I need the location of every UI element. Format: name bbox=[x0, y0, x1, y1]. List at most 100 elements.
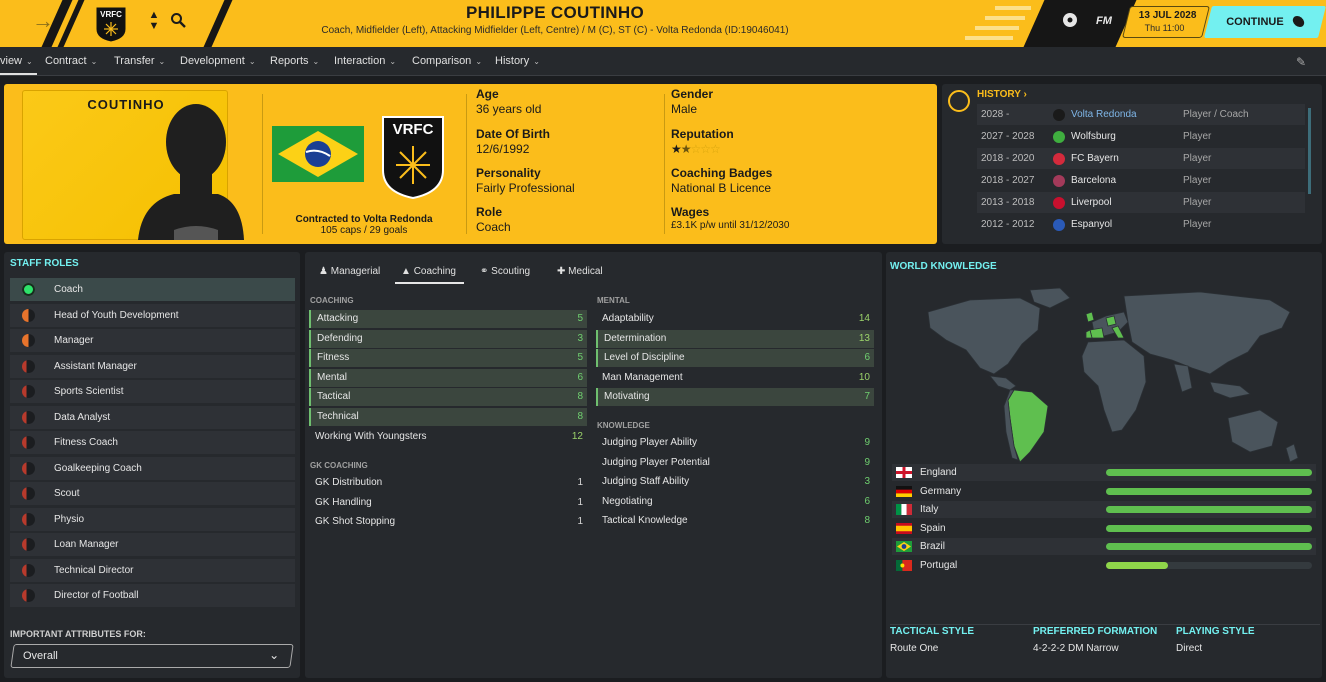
tab-managerial[interactable]: ♟ Managerial bbox=[319, 266, 380, 277]
role-suitability-icon bbox=[22, 359, 35, 373]
attribute-value: 5 bbox=[577, 352, 583, 364]
attribute-value: 6 bbox=[577, 371, 583, 383]
staff-role-row[interactable]: Technical Director bbox=[10, 558, 295, 582]
attribute-row: GK Shot Stopping 1 bbox=[309, 513, 587, 531]
staff-role-row[interactable]: Manager bbox=[10, 329, 295, 352]
tactical-style-label: TACTICAL STYLE bbox=[890, 626, 975, 637]
history-club[interactable]: Volta Redonda bbox=[1053, 104, 1137, 125]
nav-interaction[interactable]: Interaction ⌄ bbox=[334, 55, 396, 67]
staff-role-row[interactable]: Coach bbox=[10, 278, 295, 301]
medical-icon: ✚ bbox=[557, 266, 566, 277]
history-row[interactable]: 2028 - Volta Redonda Player / Coach bbox=[977, 104, 1305, 125]
attribute-name: Technical bbox=[317, 411, 359, 422]
sub-nav: view ⌄ Contract ⌄ Transfer ⌄ Development ⌄ R… bbox=[0, 47, 1326, 76]
staff-role-row[interactable]: Sports Scientist bbox=[10, 380, 295, 403]
history-club[interactable]: Liverpool bbox=[1053, 192, 1112, 213]
back-arrow-icon[interactable]: → bbox=[32, 10, 54, 32]
germany-flag-icon bbox=[896, 485, 912, 497]
attribute-row: Defending 3 bbox=[309, 329, 587, 348]
history-club[interactable]: Barcelona bbox=[1053, 170, 1116, 191]
role-suitability-icon bbox=[22, 512, 35, 526]
tab-coaching[interactable]: ▲ Coaching bbox=[395, 266, 464, 284]
country-name: Italy bbox=[920, 504, 939, 515]
staff-role-row[interactable]: Fitness Coach bbox=[10, 431, 295, 454]
attribute-value: 5 bbox=[577, 313, 583, 324]
history-club[interactable]: Espanyol bbox=[1053, 214, 1112, 235]
page-title: PHILIPPE COUTINHO bbox=[466, 3, 644, 22]
profile-card: COUTINHO VRFC Contracted to Volta Redond… bbox=[4, 84, 937, 244]
playing-style-value: Direct bbox=[1176, 643, 1203, 654]
history-club-name: Wolfsburg bbox=[1071, 131, 1116, 142]
badges-label: Coaching Badges bbox=[671, 166, 773, 180]
divider bbox=[262, 94, 263, 234]
staff-role-label: Manager bbox=[54, 335, 94, 346]
fm-logo[interactable]: FM bbox=[1096, 15, 1112, 27]
history-scrollbar[interactable] bbox=[1308, 108, 1311, 194]
role-suitability-icon bbox=[22, 538, 35, 551]
attribute-row: Judging Staff Ability 3 bbox=[596, 473, 874, 491]
club-crest-icon[interactable]: VRFC bbox=[94, 5, 128, 43]
history-row[interactable]: 2012 - 2012 Espanyol Player bbox=[977, 214, 1305, 235]
attribute-value: 8 bbox=[577, 391, 583, 403]
ball-icon[interactable] bbox=[1062, 12, 1078, 28]
attribute-value: 6 bbox=[864, 352, 870, 364]
dob-value: 12/6/1992 bbox=[476, 142, 530, 156]
nav-history[interactable]: History ⌄ bbox=[495, 55, 540, 67]
attribute-name: Tactical bbox=[317, 391, 351, 403]
history-row[interactable]: 2027 - 2028 Wolfsburg Player bbox=[977, 126, 1305, 147]
staff-role-row[interactable]: Assistant Manager bbox=[10, 354, 295, 378]
edit-icon[interactable]: ✎ bbox=[1296, 55, 1306, 69]
next-prev-icon[interactable]: ▲ ▼ bbox=[148, 10, 160, 32]
header-decor bbox=[965, 0, 1035, 47]
staff-role-row[interactable]: Director of Football bbox=[10, 584, 295, 607]
club-crest-icon bbox=[1053, 196, 1065, 209]
staff-role-row[interactable]: Scout bbox=[10, 482, 295, 505]
staff-role-label: Physio bbox=[54, 513, 85, 525]
search-icon[interactable] bbox=[170, 12, 186, 28]
attribute-value: 13 bbox=[858, 332, 870, 344]
staff-role-row[interactable]: Head of Youth Development bbox=[10, 303, 295, 327]
attribute-row: Adaptability 14 bbox=[596, 310, 874, 328]
wages-value: £3.1K p/w until 31/12/2030 bbox=[671, 220, 790, 231]
reputation-block: Reputation ★★☆☆☆ bbox=[671, 127, 734, 156]
continue-button[interactable]: CONTINUE bbox=[1204, 6, 1326, 38]
important-attributes-select[interactable]: Overall ⌄ bbox=[10, 644, 294, 668]
history-icon bbox=[948, 90, 970, 112]
attribute-value: 6 bbox=[864, 495, 870, 507]
nav-development[interactable]: Development ⌄ bbox=[180, 55, 256, 67]
history-club-name: Espanyol bbox=[1071, 219, 1113, 230]
attribute-value: 8 bbox=[577, 411, 583, 422]
staff-role-label: Data Analyst bbox=[54, 411, 111, 423]
role-suitability-icon bbox=[22, 410, 35, 424]
staff-role-row[interactable]: Goalkeeping Coach bbox=[10, 456, 295, 480]
badges-value: National B Licence bbox=[671, 181, 772, 195]
person-silhouette-icon bbox=[138, 104, 244, 240]
attribute-row: Motivating 7 bbox=[596, 388, 874, 407]
chevron-down-icon: ⌄ bbox=[269, 648, 280, 662]
staff-role-row[interactable]: Loan Manager bbox=[10, 533, 295, 556]
gender-block: Gender Male bbox=[671, 87, 713, 116]
staff-role-label: Goalkeeping Coach bbox=[54, 462, 142, 474]
history-club[interactable]: Wolfsburg bbox=[1053, 126, 1116, 147]
tab-medical[interactable]: ✚ Medical bbox=[557, 266, 603, 277]
nav-reports[interactable]: Reports ⌄ bbox=[270, 55, 319, 67]
nav-transfer[interactable]: Transfer ⌄ bbox=[114, 55, 165, 67]
nav-overview[interactable]: view ⌄ bbox=[0, 55, 37, 75]
staff-role-label: Fitness Coach bbox=[54, 437, 118, 448]
staff-role-row[interactable]: Data Analyst bbox=[10, 405, 295, 429]
history-title[interactable]: HISTORY › bbox=[977, 89, 1027, 100]
date-display[interactable]: 13 JUL 2028 Thu 11:00 bbox=[1122, 6, 1210, 38]
history-row[interactable]: 2018 - 2020 FC Bayern Player bbox=[977, 148, 1305, 169]
tab-scouting[interactable]: ⚭ Scouting bbox=[480, 266, 530, 277]
history-row[interactable]: 2013 - 2018 Liverpool Player bbox=[977, 192, 1305, 213]
nav-comparison[interactable]: Comparison ⌄ bbox=[412, 55, 482, 67]
attribute-name: Tactical Knowledge bbox=[602, 515, 688, 527]
attribute-name: Judging Player Ability bbox=[602, 437, 698, 448]
attribute-value: 1 bbox=[577, 477, 583, 488]
role-suitability-icon bbox=[22, 436, 35, 449]
staff-role-row[interactable]: Physio bbox=[10, 507, 295, 531]
history-row[interactable]: 2018 - 2027 Barcelona Player bbox=[977, 170, 1305, 191]
nav-contract[interactable]: Contract ⌄ bbox=[45, 55, 97, 67]
history-club[interactable]: FC Bayern bbox=[1053, 148, 1119, 169]
attribute-name: Mental bbox=[317, 371, 348, 383]
